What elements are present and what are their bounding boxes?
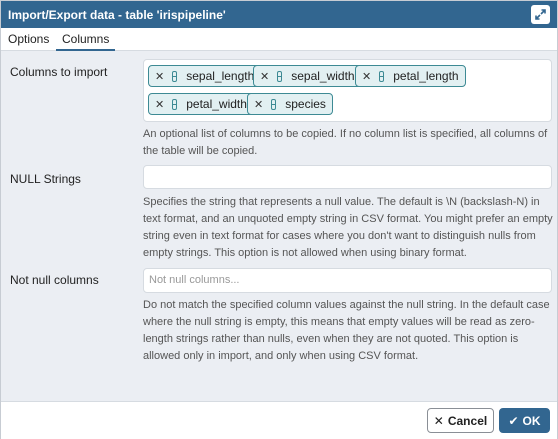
column-chip-label: petal_length xyxy=(393,69,459,83)
null-strings-help: Specifies the string that represents a n… xyxy=(143,196,553,259)
column-chip: ✕ species xyxy=(247,93,333,115)
maximize-icon xyxy=(535,9,546,20)
not-null-columns-placeholder: Not null columns... xyxy=(149,274,240,286)
columns-to-import-help: An optional list of columns to be copied… xyxy=(143,128,548,157)
close-icon[interactable]: ✕ xyxy=(155,98,164,111)
column-icon xyxy=(172,98,178,110)
columns-to-import-label: Columns to import xyxy=(10,65,108,79)
close-icon[interactable]: ✕ xyxy=(254,98,263,111)
tab-columns[interactable]: Columns xyxy=(56,28,116,51)
dialog-content: Columns to import ✕ sepal_length ✕ sepal… xyxy=(1,51,557,401)
tab-bar: Options Columns xyxy=(1,28,557,51)
dialog-title: Import/Export data - table 'irispipeline… xyxy=(8,7,226,22)
not-null-columns-select[interactable]: Not null columns... xyxy=(143,268,552,293)
null-strings-label: NULL Strings xyxy=(10,172,81,186)
column-chip-label: species xyxy=(285,97,326,111)
columns-to-import-select[interactable]: ✕ sepal_length ✕ sepal_width ✕ petal_len… xyxy=(143,59,552,122)
close-icon: ✕ xyxy=(433,413,444,428)
column-chip-label: sepal_width xyxy=(291,69,355,83)
column-chip-label: petal_width xyxy=(186,97,247,111)
ok-button-label: OK xyxy=(522,413,541,428)
dialog-titlebar[interactable]: Import/Export data - table 'irispipeline… xyxy=(1,1,557,28)
column-chip: ✕ petal_width xyxy=(148,93,254,115)
cancel-button-label: Cancel xyxy=(447,413,488,428)
column-icon xyxy=(379,70,385,82)
cancel-button[interactable]: ✕ Cancel xyxy=(427,408,494,433)
ok-button[interactable]: ✔ OK xyxy=(499,408,550,433)
close-icon[interactable]: ✕ xyxy=(155,70,164,83)
import-export-dialog: Import/Export data - table 'irispipeline… xyxy=(0,0,558,439)
column-chip: ✕ petal_length xyxy=(355,65,466,87)
column-chip-label: sepal_length xyxy=(186,69,255,83)
null-strings-input[interactable] xyxy=(143,165,552,189)
column-icon xyxy=(277,70,283,82)
maximize-button[interactable] xyxy=(531,5,550,24)
close-icon[interactable]: ✕ xyxy=(260,70,269,83)
not-null-columns-label: Not null columns xyxy=(10,273,99,287)
not-null-columns-help: Do not match the specified column values… xyxy=(143,299,550,362)
column-icon xyxy=(172,70,178,82)
column-icon xyxy=(271,98,277,110)
close-icon[interactable]: ✕ xyxy=(362,70,371,83)
column-chip: ✕ sepal_length xyxy=(148,65,262,87)
column-chip: ✕ sepal_width xyxy=(253,65,362,87)
tab-options[interactable]: Options xyxy=(8,28,49,51)
dialog-footer: ✕ Cancel ✔ OK xyxy=(1,401,557,439)
check-icon: ✔ xyxy=(508,413,519,428)
